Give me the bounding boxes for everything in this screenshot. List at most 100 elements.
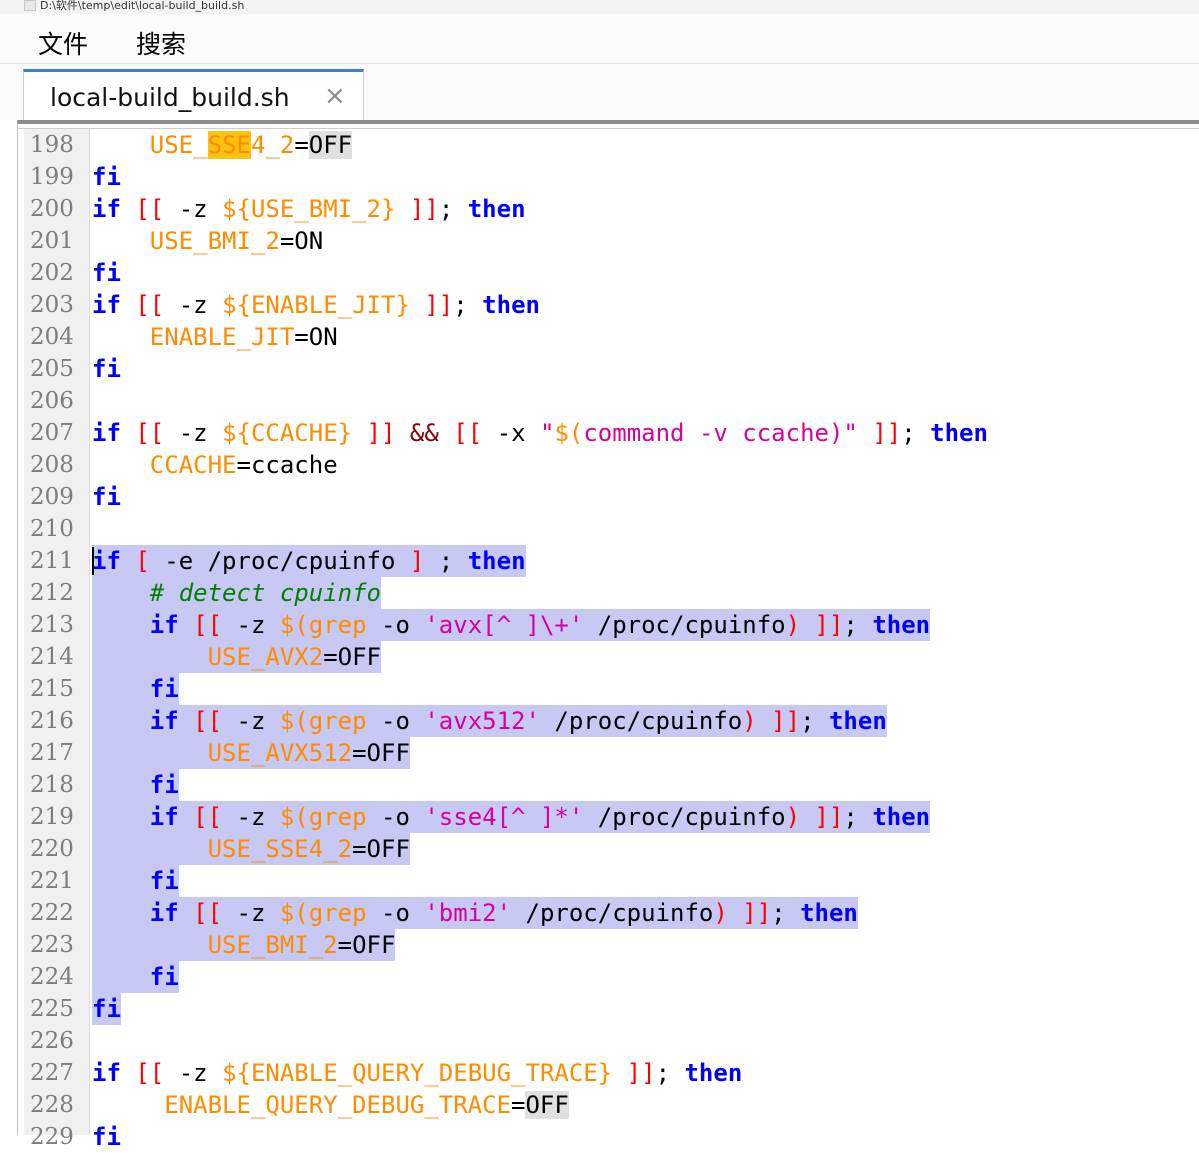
code-line-201[interactable]: 201 USE_BMI_2=ON bbox=[0, 225, 1199, 257]
code-line-225[interactable]: 225 fi bbox=[0, 993, 1199, 1025]
line-number: 226 bbox=[30, 1028, 74, 1054]
app-icon bbox=[24, 0, 36, 11]
menu-search[interactable]: 搜索 bbox=[136, 25, 186, 61]
tab-label: local-build_build.sh bbox=[50, 83, 290, 112]
line-number: 213 bbox=[30, 612, 74, 638]
line-text: if [[ -z $(grep -o 'avx[^ ]\+' /proc/cpu… bbox=[92, 609, 931, 641]
line-number: 220 bbox=[30, 836, 74, 862]
line-text: if [[ -z $(grep -o 'avx512' /proc/cpuinf… bbox=[92, 705, 887, 737]
line-number: 204 bbox=[30, 324, 74, 350]
code-line-214[interactable]: 214 USE_AVX2=OFF bbox=[0, 641, 1199, 673]
line-text: fi bbox=[92, 769, 179, 801]
code-line-203[interactable]: 203 if [[ -z ${ENABLE_JIT} ]]; then bbox=[0, 289, 1199, 321]
line-number: 198 bbox=[30, 132, 74, 158]
line-text: if [[ -z ${ENABLE_QUERY_DEBUG_TRACE} ]];… bbox=[92, 1059, 743, 1087]
line-number: 202 bbox=[30, 260, 74, 286]
line-number: 227 bbox=[30, 1060, 74, 1086]
line-text: USE_SSE4_2=OFF bbox=[149, 131, 353, 159]
code-line-200[interactable]: 200 if [[ -z ${USE_BMI_2} ]]; then bbox=[0, 193, 1199, 225]
line-number: 208 bbox=[30, 452, 74, 478]
line-text: ENABLE_JIT=ON bbox=[149, 323, 338, 351]
code-line-220[interactable]: 220 USE_SSE4_2=OFF bbox=[0, 833, 1199, 865]
tab-local-build-build-sh[interactable]: local-build_build.sh × bbox=[23, 69, 364, 120]
code-line-209[interactable]: 209 fi bbox=[0, 481, 1199, 513]
line-text: fi bbox=[92, 483, 121, 511]
line-number: 215 bbox=[30, 676, 74, 702]
line-text: fi bbox=[92, 259, 121, 287]
line-text: if [[ -z ${CCACHE} ]] && [[ -x "$(comman… bbox=[92, 419, 988, 447]
line-number: 211 bbox=[30, 548, 74, 574]
code-line-222[interactable]: 222 if [[ -z $(grep -o 'bmi2' /proc/cpui… bbox=[0, 897, 1199, 929]
line-number: 210 bbox=[30, 516, 74, 542]
code-line-227[interactable]: 227 if [[ -z ${ENABLE_QUERY_DEBUG_TRACE} … bbox=[0, 1057, 1199, 1089]
code-line-198[interactable]: 198 USE_SSE4_2=OFF bbox=[0, 129, 1199, 161]
line-text: if [[ -z ${ENABLE_JIT} ]]; then bbox=[92, 291, 540, 319]
line-text: ENABLE_QUERY_DEBUG_TRACE=OFF bbox=[164, 1091, 569, 1119]
code-line-221[interactable]: 221 fi bbox=[0, 865, 1199, 897]
menu-bar: 文件 搜索 bbox=[0, 14, 1199, 64]
tab-close-icon[interactable]: × bbox=[324, 81, 346, 111]
line-text: fi bbox=[92, 355, 121, 383]
code-line-226[interactable]: 226 bbox=[0, 1025, 1199, 1057]
window-title-bar: D:\软件\temp\edit\local-build_build.sh bbox=[0, 0, 1199, 14]
line-number: 222 bbox=[30, 900, 74, 926]
code-line-210[interactable]: 210 bbox=[0, 513, 1199, 545]
code-line-212[interactable]: 212 # detect cpuinfo bbox=[0, 577, 1199, 609]
line-text: fi bbox=[92, 865, 179, 897]
code-line-229[interactable]: 229 fi bbox=[0, 1121, 1199, 1153]
line-text: USE_BMI_2=OFF bbox=[92, 929, 396, 961]
code-line-215[interactable]: 215 fi bbox=[0, 673, 1199, 705]
code-line-204[interactable]: 204 ENABLE_JIT=ON bbox=[0, 321, 1199, 353]
code-line-218[interactable]: 218 fi bbox=[0, 769, 1199, 801]
menu-file[interactable]: 文件 bbox=[38, 25, 88, 61]
code-line-213[interactable]: 213 if [[ -z $(grep -o 'avx[^ ]\+' /proc… bbox=[0, 609, 1199, 641]
code-line-224[interactable]: 224 fi bbox=[0, 961, 1199, 993]
code-line-208[interactable]: 208 CCACHE=ccache bbox=[0, 449, 1199, 481]
line-text: USE_BMI_2=ON bbox=[149, 227, 324, 255]
code-line-205[interactable]: 205 fi bbox=[0, 353, 1199, 385]
code-line-216[interactable]: 216 if [[ -z $(grep -o 'avx512' /proc/cp… bbox=[0, 705, 1199, 737]
line-number: 223 bbox=[30, 932, 74, 958]
line-number: 221 bbox=[30, 868, 74, 894]
line-text: fi bbox=[92, 1123, 121, 1151]
line-text: if [[ -z ${USE_BMI_2} ]]; then bbox=[92, 195, 526, 223]
line-text: fi bbox=[92, 163, 121, 191]
code-line-217[interactable]: 217 USE_AVX512=OFF bbox=[0, 737, 1199, 769]
code-line-228[interactable]: 228 ENABLE_QUERY_DEBUG_TRACE=OFF bbox=[0, 1089, 1199, 1121]
line-number: 214 bbox=[30, 644, 74, 670]
line-number: 200 bbox=[30, 196, 74, 222]
line-number: 212 bbox=[30, 580, 74, 606]
text-caret bbox=[92, 547, 94, 575]
line-number: 207 bbox=[30, 420, 74, 446]
line-text: # detect cpuinfo bbox=[92, 577, 381, 609]
line-number: 216 bbox=[30, 708, 74, 734]
code-line-223[interactable]: 223 USE_BMI_2=OFF bbox=[0, 929, 1199, 961]
line-number: 201 bbox=[30, 228, 74, 254]
line-number: 219 bbox=[30, 804, 74, 830]
line-number: 228 bbox=[30, 1092, 74, 1118]
line-number: 224 bbox=[30, 964, 74, 990]
code-line-219[interactable]: 219 if [[ -z $(grep -o 'sse4[^ ]*' /proc… bbox=[0, 801, 1199, 833]
window-title: D:\软件\temp\edit\local-build_build.sh bbox=[40, 0, 245, 12]
line-text: if [ -e /proc/cpuinfo ] ; then bbox=[92, 545, 526, 577]
tab-bar: local-build_build.sh × bbox=[0, 64, 1199, 120]
line-text: USE_SSE4_2=OFF bbox=[92, 833, 410, 865]
code-line-207[interactable]: 207 if [[ -z ${CCACHE} ]] && [[ -x "$(com… bbox=[0, 417, 1199, 449]
line-text: USE_AVX2=OFF bbox=[92, 641, 381, 673]
code-line-211[interactable]: 211 if [ -e /proc/cpuinfo ] ; then bbox=[0, 545, 1199, 577]
code-line-202[interactable]: 202 fi bbox=[0, 257, 1199, 289]
line-number: 217 bbox=[30, 740, 74, 766]
line-number: 225 bbox=[30, 996, 74, 1022]
line-text: if [[ -z $(grep -o 'sse4[^ ]*' /proc/cpu… bbox=[92, 801, 931, 833]
line-text: fi bbox=[92, 673, 179, 705]
line-number: 205 bbox=[30, 356, 74, 382]
line-number: 209 bbox=[30, 484, 74, 510]
line-number: 203 bbox=[30, 292, 74, 318]
code-line-199[interactable]: 199 fi bbox=[0, 161, 1199, 193]
line-number: 199 bbox=[30, 164, 74, 190]
line-text: if [[ -z $(grep -o 'bmi2' /proc/cpuinfo)… bbox=[92, 897, 858, 929]
line-text: fi bbox=[92, 961, 179, 993]
line-text: USE_AVX512=OFF bbox=[92, 737, 410, 769]
line-text: fi bbox=[92, 993, 121, 1025]
code-line-206[interactable]: 206 bbox=[0, 385, 1199, 417]
